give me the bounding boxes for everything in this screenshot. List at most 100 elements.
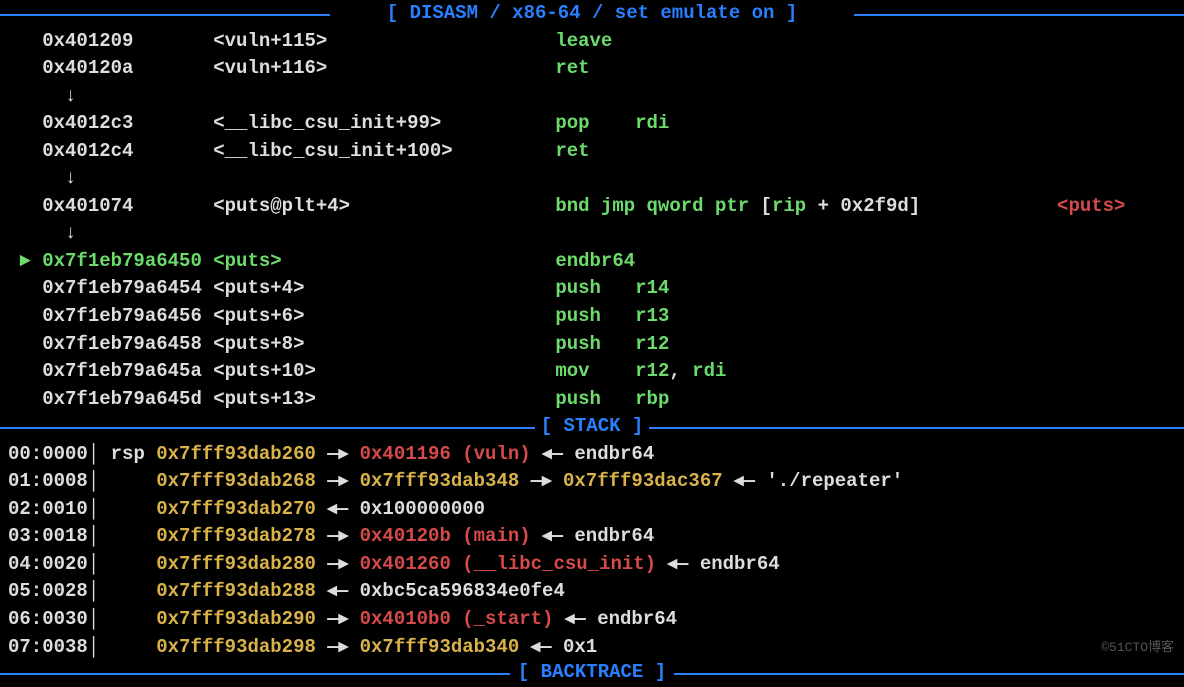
mnemonic: push xyxy=(555,305,601,327)
stack-register xyxy=(111,470,157,492)
disasm-address: ↓ xyxy=(31,222,213,244)
instruction-pointer-marker xyxy=(8,112,31,134)
mnemonic: push xyxy=(555,333,601,355)
disasm-line: 0x40120a <vuln+116> ret xyxy=(0,55,1184,83)
stack-register xyxy=(111,553,157,575)
register: rdi xyxy=(692,360,726,382)
disasm-address: 0x7f1eb79a6456 xyxy=(31,305,213,327)
disasm-address: 0x7f1eb79a6458 xyxy=(31,333,213,355)
mnemonic: push xyxy=(555,388,601,410)
immediate: 0x2f9d xyxy=(840,195,908,217)
chain-value: 0x7fff93dac367 xyxy=(563,470,734,492)
mnemonic: endbr64 xyxy=(555,250,635,272)
disasm-symbol: <vuln+115> xyxy=(213,30,555,52)
instruction-pointer-marker xyxy=(8,305,31,327)
stack-line: 01:0008│ 0x7fff93dab268 —▸ 0x7fff93dab34… xyxy=(0,468,1184,496)
disasm-symbol: <__libc_csu_init+100> xyxy=(213,140,555,162)
stack-address: 0x7fff93dab290 xyxy=(156,608,327,630)
chain-value: 0x401260 (__libc_csu_init) xyxy=(360,553,668,575)
mnemonic: ret xyxy=(555,57,589,79)
disasm-symbol: <puts+8> xyxy=(213,333,555,355)
stack-address: 0x7fff93dab268 xyxy=(156,470,327,492)
stack-line: 02:0010│ 0x7fff93dab270 ◂— 0x100000000 xyxy=(0,496,1184,524)
instruction-pointer-marker xyxy=(8,222,31,244)
instruction-pointer-marker xyxy=(8,85,31,107)
chain-arrow-right: —▸ xyxy=(327,443,359,465)
operand-text xyxy=(601,333,635,355)
stack-separator: │ xyxy=(88,553,111,575)
stack-address: 0x7fff93dab298 xyxy=(156,636,327,658)
chain-value: 0x401196 (vuln) xyxy=(360,443,542,465)
stack-separator: │ xyxy=(88,443,111,465)
instruction-pointer-marker xyxy=(8,30,31,52)
stack-index: 03:0018 xyxy=(8,525,88,547)
operand-text xyxy=(601,305,635,327)
operand-text: , xyxy=(669,360,692,382)
disasm-line: 0x4012c3 <__libc_csu_init+99> pop rdi xyxy=(0,110,1184,138)
disasm-symbol: <puts+10> xyxy=(213,360,555,382)
disasm-line: ↓ xyxy=(0,165,1184,193)
disasm-address: 0x7f1eb79a645a xyxy=(31,360,213,382)
disasm-symbol: <__libc_csu_init+99> xyxy=(213,112,555,134)
stack-header-title: [ STACK ] xyxy=(537,413,648,441)
stack-register xyxy=(111,525,157,547)
disasm-line: 0x7f1eb79a645a <puts+10> mov r12, rdi xyxy=(0,358,1184,386)
disasm-address: 0x4012c3 xyxy=(31,112,213,134)
stack-index: 05:0028 xyxy=(8,580,88,602)
operand-text xyxy=(601,388,635,410)
chain-arrow-left: ◂— xyxy=(565,608,597,630)
operand-text: + xyxy=(806,195,840,217)
chain-value: 0xbc5ca596834e0fe4 xyxy=(360,580,577,602)
disasm-line: ↓ xyxy=(0,83,1184,111)
chain-arrow-left: ◂— xyxy=(327,580,359,602)
disasm-line: 0x7f1eb79a645d <puts+13> push rbp xyxy=(0,386,1184,414)
disasm-symbol: <puts+13> xyxy=(213,388,555,410)
stack-separator: │ xyxy=(88,525,111,547)
instruction-pointer-marker: ► xyxy=(8,250,31,272)
disasm-symbol: <puts+4> xyxy=(213,277,555,299)
register: r14 xyxy=(635,277,669,299)
stack-line: 00:0000│ rsp 0x7fff93dab260 —▸ 0x401196 … xyxy=(0,441,1184,469)
chain-value: 0x7fff93dab348 xyxy=(360,470,531,492)
register: rip xyxy=(772,195,806,217)
stack-line: 07:0038│ 0x7fff93dab298 —▸ 0x7fff93dab34… xyxy=(0,634,1184,662)
stack-address: 0x7fff93dab270 xyxy=(156,498,327,520)
backtrace-header-title: [ BACKTRACE ] xyxy=(514,659,670,687)
disasm-line-current: ► 0x7f1eb79a6450 <puts> endbr64 xyxy=(0,248,1184,276)
disasm-symbol xyxy=(213,85,555,107)
disasm-line: 0x4012c4 <__libc_csu_init+100> ret xyxy=(0,138,1184,166)
register: r12 xyxy=(635,360,669,382)
disasm-line: 0x7f1eb79a6458 <puts+8> push r12 xyxy=(0,331,1184,359)
chain-arrow-right: —▸ xyxy=(327,636,359,658)
stack-register: rsp xyxy=(111,443,157,465)
disasm-section-header: [ DISASM / x86-64 / set emulate on ] xyxy=(0,0,1184,28)
stack-separator: │ xyxy=(88,498,111,520)
chain-value: ◂— './repeater' xyxy=(734,470,915,492)
stack-section-header: [ STACK ] xyxy=(0,413,1184,441)
disasm-symbol: <puts> xyxy=(213,250,555,272)
stack-register xyxy=(111,608,157,630)
instruction-pointer-marker xyxy=(8,195,31,217)
chain-arrow-left: ◂— xyxy=(531,636,563,658)
instruction-pointer-marker xyxy=(8,57,31,79)
mnemonic: bnd jmp qword ptr xyxy=(555,195,760,217)
mnemonic: leave xyxy=(555,30,612,52)
chain-value: 0x40120b (main) xyxy=(360,525,542,547)
chain-value: endbr64 xyxy=(574,443,665,465)
disasm-symbol xyxy=(213,222,555,244)
stack-separator: │ xyxy=(88,580,111,602)
stack-line: 06:0030│ 0x7fff93dab290 —▸ 0x4010b0 (_st… xyxy=(0,606,1184,634)
stack-address: 0x7fff93dab280 xyxy=(156,553,327,575)
stack-index: 01:0008 xyxy=(8,470,88,492)
chain-value: 0x7fff93dab340 xyxy=(360,636,531,658)
disasm-symbol: <vuln+116> xyxy=(213,57,555,79)
backtrace-section-header: [ BACKTRACE ] xyxy=(0,659,1184,687)
disasm-address: ↓ xyxy=(31,167,213,189)
instruction-pointer-marker xyxy=(8,140,31,162)
register: rdi xyxy=(635,112,669,134)
stack-address: 0x7fff93dab260 xyxy=(156,443,327,465)
stack-separator: │ xyxy=(88,470,111,492)
stack-panel: 00:0000│ rsp 0x7fff93dab260 —▸ 0x401196 … xyxy=(0,441,1184,661)
instruction-pointer-marker xyxy=(8,277,31,299)
mnemonic: ret xyxy=(555,140,589,162)
